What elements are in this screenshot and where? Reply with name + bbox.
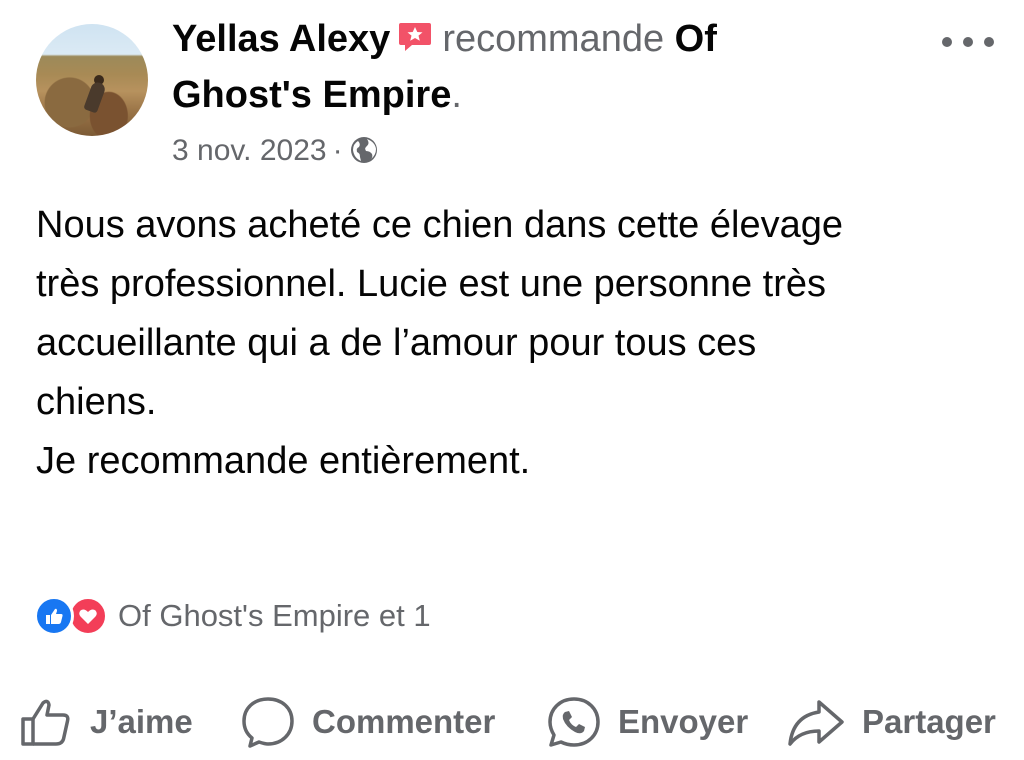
like-button[interactable]: J’aime	[18, 690, 193, 754]
author-name[interactable]: Yellas Alexy	[172, 18, 390, 60]
share-button[interactable]: Partager	[786, 690, 996, 754]
more-dot	[963, 37, 973, 47]
page-name-part2[interactable]: Ghost's Empire	[172, 74, 451, 116]
messenger-icon	[548, 697, 600, 747]
comment-button[interactable]: Commenter	[240, 690, 495, 754]
reactions-summary[interactable]: Of Ghost's Empire et 1	[34, 594, 431, 638]
more-dot	[942, 37, 952, 47]
share-icon	[788, 700, 844, 746]
recommend-word: recommande	[442, 18, 665, 60]
post-header: Yellas Alexy recommande Of	[172, 16, 717, 62]
like-reaction-icon	[34, 596, 74, 636]
like-label: J’aime	[90, 703, 193, 740]
post-card: Yellas Alexy recommande Of Ghost's Empir…	[0, 0, 1024, 760]
action-bar: J’aime Commenter Envoyer Partager	[0, 690, 1024, 754]
avatar-figure	[83, 80, 107, 114]
post-text: Nous avons acheté ce chien dans cette él…	[36, 204, 843, 482]
post-header-line2: Ghost's Empire.	[172, 72, 462, 118]
comment-label: Commenter	[312, 703, 496, 740]
love-reaction-icon	[68, 596, 108, 636]
share-label: Partager	[862, 703, 996, 740]
recommend-icon	[399, 23, 432, 51]
comment-icon	[242, 697, 294, 748]
send-label: Envoyer	[618, 703, 749, 740]
more-options-button[interactable]	[940, 30, 996, 54]
reactions-text: Of Ghost's Empire et 1	[118, 598, 431, 633]
globe-icon[interactable]	[349, 135, 379, 165]
thumbs-up-icon	[21, 699, 70, 746]
page-name-part1[interactable]: Of	[675, 18, 717, 60]
avatar[interactable]	[36, 24, 148, 136]
post-date[interactable]: 3 nov. 2023	[172, 134, 327, 167]
header-period: .	[451, 74, 462, 116]
send-button[interactable]: Envoyer	[546, 690, 748, 754]
post-meta: 3 nov. 2023 ·	[172, 134, 379, 168]
more-dot	[984, 37, 994, 47]
meta-separator: ·	[332, 134, 343, 167]
